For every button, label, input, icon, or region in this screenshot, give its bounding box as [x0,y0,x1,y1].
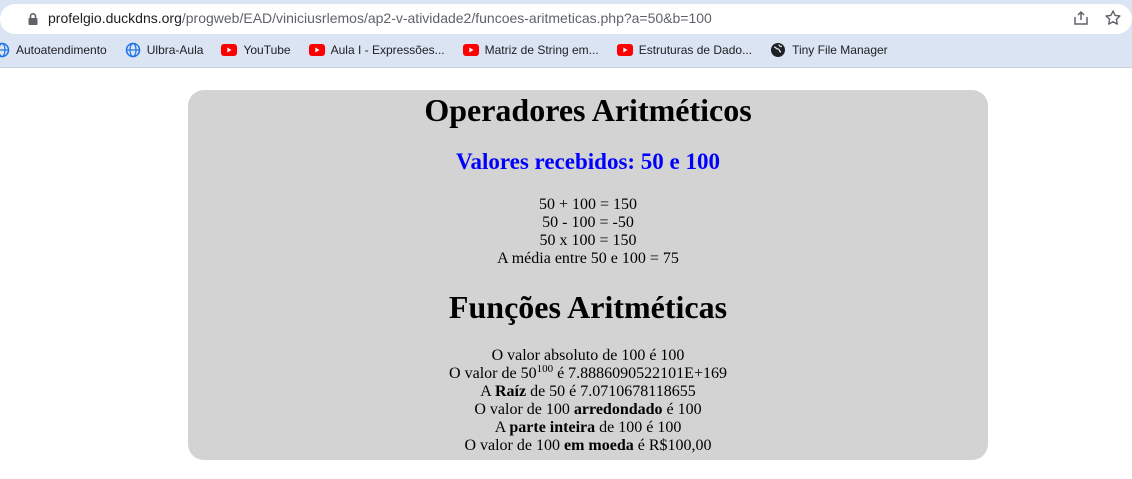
round-a: O valor de 100 [474,401,574,418]
bookmark-estruturas-dados[interactable]: Estruturas de Dado... [616,43,753,57]
operation-multiplication: 50 x 100 = 150 [539,232,637,249]
page-title: Operadores Aritméticos [424,92,752,128]
functions-list: O valor absoluto de 100 é 100 O valor de… [188,347,988,455]
function-round: O valor de 100 arredondado é 100 [188,401,988,419]
int-a: A [494,419,510,436]
star-icon[interactable] [1104,9,1122,27]
bookmark-label: Ulbra-Aula [146,43,204,57]
power-suffix: é 7.8886090522101E+169 [553,365,727,382]
youtube-icon [616,44,633,56]
bookmark-autoatendimento[interactable]: Autoatendimento [0,42,107,58]
function-power: O valor de 50100 é 7.8886090522101E+169 [188,363,988,383]
operation-average: A média entre 50 e 100 = 75 [497,250,679,267]
globe-dark-icon [771,43,786,57]
url-host: profelgio.duckdns.org [48,10,182,26]
bookmark-youtube[interactable]: YouTube [221,43,291,57]
operations-list: 50 + 100 = 150 50 - 100 = -50 50 x 100 =… [188,196,988,268]
round-bold: arredondado [573,401,663,418]
youtube-icon [462,44,479,56]
power-prefix: O valor de 50 [449,365,537,382]
globe-icon [0,42,10,58]
operation-sum: 50 + 100 = 150 [538,196,638,213]
bookmark-label: YouTube [243,43,291,57]
bookmark-tiny-file-manager[interactable]: Tiny File Manager [770,42,888,58]
bookmark-label: Autoatendimento [16,43,107,57]
bookmark-label: Aula I - Expressões... [330,43,445,57]
bookmark-matriz-string[interactable]: Matriz de String em... [462,43,599,57]
bookmark-ulbra-aula[interactable]: Ulbra-Aula [125,42,204,58]
function-sqrt: A Raíz de 50 é 7.0710678118655 [188,383,988,401]
address-bar[interactable]: profelgio.duckdns.org/progweb/EAD/vinici… [0,4,1132,34]
operation-subtraction: 50 - 100 = -50 [542,214,634,231]
int-b: de 100 é 100 [595,419,682,436]
int-bold: parte inteira [509,419,596,436]
sqrt-b: de 50 é 7.0710678118655 [526,383,696,400]
youtube-icon [308,44,325,56]
round-b: é 100 [662,401,702,418]
share-icon[interactable] [1072,9,1090,27]
browser-chrome: profelgio.duckdns.org/progweb/EAD/vinici… [0,0,1132,68]
sqrt-a: A [480,383,495,400]
power-exponent: 100 [536,363,554,375]
youtube-icon [221,44,238,56]
bookmarks-bar: Autoatendimento Ulbra-Aula YouTube Aula … [0,38,906,62]
bookmark-label: Estruturas de Dado... [638,43,753,57]
function-money: O valor de 100 em moeda é R$100,00 [188,437,988,455]
money-b: é R$100,00 [633,437,712,454]
globe-icon [125,42,140,58]
function-absolute: O valor absoluto de 100 é 100 [491,347,685,364]
money-a: O valor de 100 [464,437,564,454]
lock-icon[interactable] [26,12,40,26]
url-path: /progweb/EAD/viniciusrlemos/ap2-v-ativid… [181,10,712,26]
content-card: Operadores Aritméticos Valores recebidos… [188,90,988,460]
functions-title: Funções Aritméticas [448,289,728,325]
money-bold: em moeda [563,437,634,454]
bookmark-label: Matriz de String em... [484,43,599,57]
url-text[interactable]: profelgio.duckdns.org/progweb/EAD/vinici… [48,10,712,26]
function-int: A parte inteira de 100 é 100 [188,419,988,437]
bookmark-aula-expressoes[interactable]: Aula I - Expressões... [308,43,445,57]
received-values-heading: Valores recebidos: 50 e 100 [455,149,721,174]
bookmark-label: Tiny File Manager [792,43,888,57]
sqrt-bold: Raíz [494,383,527,400]
